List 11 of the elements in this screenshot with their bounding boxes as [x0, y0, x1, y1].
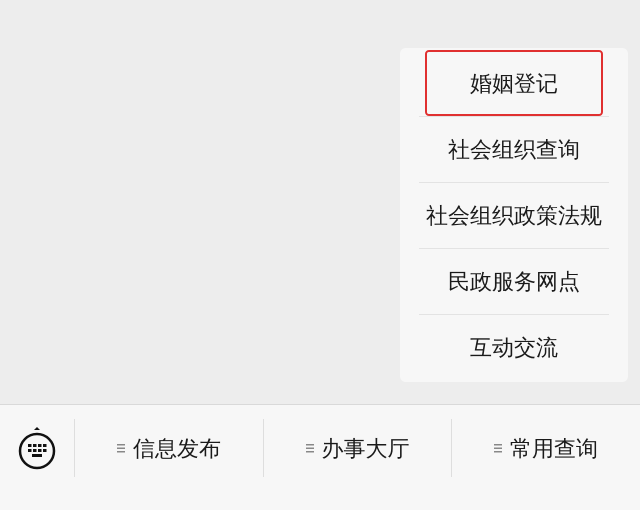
menu-button[interactable]: 常用查询 [494, 432, 598, 464]
submenu-item[interactable]: 婚姻登记 [425, 50, 603, 116]
menu-icon [306, 444, 314, 452]
submenu-item[interactable]: 互动交流 [402, 315, 626, 380]
menu-button[interactable]: 办事大厅 [306, 432, 410, 464]
submenu-item[interactable]: 社会组织政策法规 [402, 183, 626, 248]
menu-button[interactable]: 信息发布 [116, 432, 221, 464]
submenu-item[interactable]: 社会组织查询 [402, 117, 626, 182]
menu-icon [494, 444, 502, 452]
submenu-item[interactable]: 民政服务网点 [402, 249, 626, 314]
menu-icon [116, 444, 125, 452]
